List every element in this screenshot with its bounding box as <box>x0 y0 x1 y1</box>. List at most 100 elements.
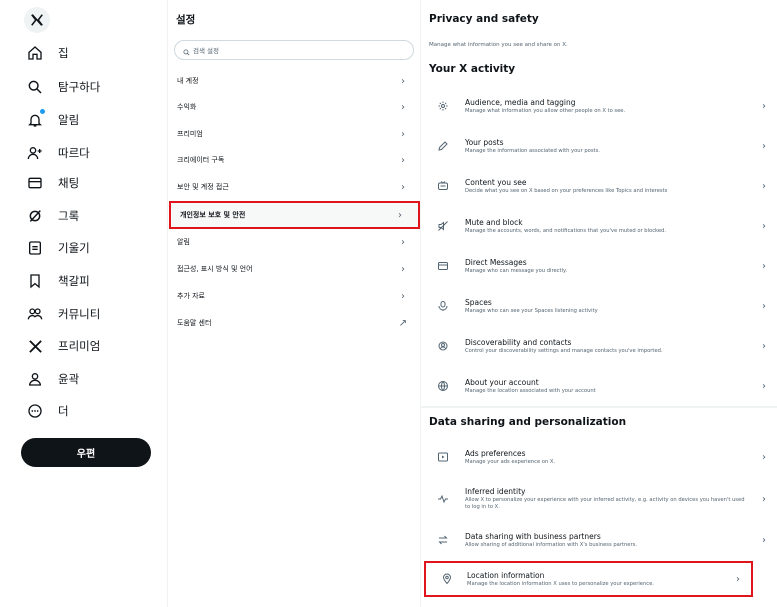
bell-icon <box>26 108 46 129</box>
nav-item-bookmarks[interactable]: 책갈피 <box>26 270 161 292</box>
x-logo-icon[interactable] <box>24 7 50 33</box>
row-data-sharing-business-partners[interactable]: Data sharing with business partners Allo… <box>421 521 777 559</box>
settings-item-privacy-safety[interactable]: 개인정보 보호 및 안전 › <box>169 201 420 229</box>
chevron-right-icon: › <box>762 493 766 505</box>
search-placeholder: 검색 설정 <box>193 47 219 55</box>
row-description: Allow X to personalize your experience w… <box>465 497 745 510</box>
chevron-right-icon: › <box>762 260 766 272</box>
row-description: Manage your ads experience on X. <box>465 458 556 465</box>
nav-item-follow[interactable]: 따르다 <box>26 142 161 164</box>
post-button[interactable]: 우편 <box>21 438 151 467</box>
chevron-right-icon: › <box>762 340 766 352</box>
mute-icon <box>421 220 465 232</box>
row-title: Spaces <box>465 297 492 307</box>
settings-item-security[interactable]: 보안 및 계정 접근 › <box>168 174 421 200</box>
nav-item-chat[interactable]: 채팅 <box>26 172 161 194</box>
settings-item-label: 개인정보 보호 및 안전 <box>180 211 246 219</box>
share-arrows-icon <box>421 534 465 546</box>
row-mute-block[interactable]: Mute and block Manage the accounts, word… <box>421 206 777 246</box>
row-audience-media-tagging[interactable]: Audience, media and tagging Manage what … <box>421 86 777 126</box>
row-description: Manage the location information X uses t… <box>467 580 654 587</box>
nav-label: 채팅 <box>58 176 80 190</box>
settings-item-label: 도움말 센터 <box>177 319 212 327</box>
chevron-right-icon: › <box>762 140 766 152</box>
settings-item-label: 추가 자료 <box>177 292 205 300</box>
chevron-right-icon: › <box>762 180 766 192</box>
ads-icon <box>421 451 465 463</box>
chevron-right-icon: › <box>401 290 405 302</box>
chevron-right-icon: › <box>401 75 405 87</box>
settings-item-monetization[interactable]: 수익화 › <box>168 94 421 120</box>
chevron-right-icon: › <box>762 220 766 232</box>
row-description: Manage the location associated with your… <box>465 387 596 394</box>
settings-item-account[interactable]: 내 계정 › <box>168 68 421 94</box>
chevron-right-icon: › <box>401 154 405 166</box>
row-description: Allow sharing of additional information … <box>465 541 637 548</box>
more-icon <box>26 402 44 420</box>
nav-item-premium[interactable]: 프리미엄 <box>26 335 161 357</box>
row-ads-preferences[interactable]: Ads preferences Manage your ads experien… <box>421 437 777 477</box>
nav-label: 탐구하다 <box>58 80 101 94</box>
follow-icon <box>26 144 44 162</box>
row-description: Decide what you see on X based on your p… <box>465 187 668 194</box>
mail-icon <box>421 260 465 272</box>
row-spaces[interactable]: Spaces Manage who can see your Spaces li… <box>421 286 777 326</box>
nav-item-communities[interactable]: 커뮤니티 <box>26 303 161 325</box>
settings-item-notifications[interactable]: 알림 › <box>168 229 421 255</box>
external-link-icon: ↗ <box>398 317 408 329</box>
row-title: Direct Messages <box>465 257 527 267</box>
section-title: Your X activity <box>429 63 516 75</box>
nav-label: 기울기 <box>58 241 90 255</box>
nav-item-notifications[interactable]: 알림 <box>26 108 161 131</box>
chevron-right-icon: › <box>401 181 405 193</box>
row-title: Inferred identity <box>465 487 526 496</box>
privacy-safety-panel: Privacy and safety Manage what informati… <box>421 0 777 607</box>
settings-item-label: 내 계정 <box>177 77 199 85</box>
row-description: Manage what information you allow other … <box>465 107 626 114</box>
row-description: Manage the information associated with y… <box>465 147 600 154</box>
row-title: Your posts <box>465 137 504 147</box>
settings-item-accessibility[interactable]: 접근성, 표시 방식 및 언어 › <box>168 256 421 282</box>
row-your-posts[interactable]: Your posts Manage the information associ… <box>421 126 777 166</box>
row-title: Audience, media and tagging <box>465 97 576 107</box>
nav-label: 그록 <box>58 209 80 223</box>
nav-label: 알림 <box>58 113 80 127</box>
activity-icon <box>421 493 465 505</box>
nav-item-profile[interactable]: 윤곽 <box>26 368 161 390</box>
nav-item-explore[interactable]: 탐구하다 <box>26 76 161 98</box>
chevron-right-icon: › <box>401 128 405 140</box>
nav-item-grok[interactable]: 그록 <box>26 205 161 227</box>
row-content-you-see[interactable]: Content you see Decide what you see on X… <box>421 166 777 206</box>
nav-item-more[interactable]: 더 <box>26 400 161 422</box>
row-discoverability-contacts[interactable]: Discoverability and contacts Control you… <box>421 326 777 366</box>
chevron-right-icon: › <box>736 573 740 585</box>
settings-item-label: 수익화 <box>177 103 197 111</box>
row-description: Control your discoverability settings an… <box>465 347 663 354</box>
row-inferred-identity[interactable]: Inferred identity Allow X to personalize… <box>421 477 777 521</box>
nav-item-lists[interactable]: 기울기 <box>26 237 161 259</box>
settings-item-premium[interactable]: 프리미엄 › <box>168 121 421 147</box>
settings-item-additional-resources[interactable]: 추가 자료 › <box>168 283 421 309</box>
search-input[interactable]: 검색 설정 <box>174 40 414 60</box>
nav-label: 책갈피 <box>58 274 90 288</box>
nav-item-home[interactable]: 집 <box>26 42 161 64</box>
settings-column: 설정 검색 설정 내 계정 › 수익화 › 프리미엄 › 크리에이터 구독 › … <box>168 0 421 607</box>
page-description: Manage what information you see and shar… <box>429 42 568 48</box>
discover-icon <box>421 340 465 352</box>
row-title: Ads preferences <box>465 448 526 458</box>
row-about-your-account[interactable]: About your account Manage the location a… <box>421 366 777 406</box>
section-title: Data sharing and personalization <box>429 416 627 428</box>
row-direct-messages[interactable]: Direct Messages Manage who can message y… <box>421 246 777 286</box>
left-navigation: 집 탐구하다 알림 따르다 채팅 그록 기울기 책갈피 커뮤니티 프리미엄 윤곽… <box>0 0 168 607</box>
chevron-right-icon: › <box>762 380 766 392</box>
pencil-icon <box>421 140 465 152</box>
row-location-information[interactable]: Location information Manage the location… <box>424 561 753 597</box>
settings-item-help-center[interactable]: 도움말 센터 ↗ <box>168 310 421 336</box>
settings-title: 설정 <box>176 14 196 26</box>
audience-icon <box>421 100 465 112</box>
nav-label: 집 <box>58 46 69 60</box>
row-title: Data sharing with business partners <box>465 531 601 541</box>
settings-item-creator-subscriptions[interactable]: 크리에이터 구독 › <box>168 147 421 173</box>
chevron-right-icon: › <box>762 534 766 546</box>
search-icon <box>26 78 44 96</box>
